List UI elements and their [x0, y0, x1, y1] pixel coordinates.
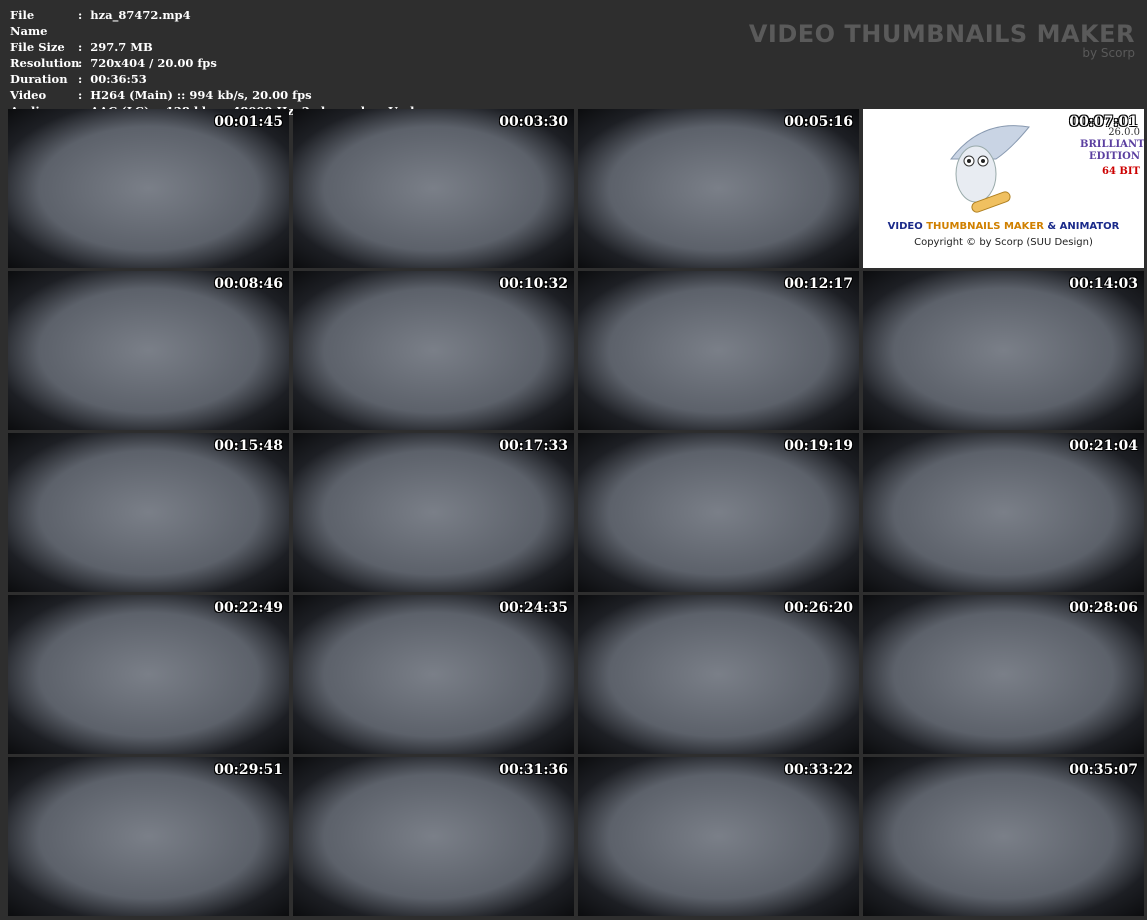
logo-name: VIDEO THUMBNAILS MAKER & ANIMATOR: [863, 221, 1144, 232]
video-thumbnail[interactable]: 00:29:51: [8, 757, 289, 916]
thumbnail-timestamp: 00:05:16: [784, 114, 853, 130]
video-thumbnail[interactable]: 00:33:22: [578, 757, 859, 916]
info-sep: :: [74, 72, 91, 86]
info-sep: :: [74, 56, 91, 70]
video-thumbnail[interactable]: 00:10:32: [293, 271, 574, 430]
thumbnail-grid: 00:01:45 00:03:30 00:05:16 00:07:01 26.0.0…: [8, 109, 1144, 916]
info-label: Video: [10, 88, 47, 102]
video-thumbnail[interactable]: 00:08:46: [8, 271, 289, 430]
thumbnail-timestamp: 00:22:49: [214, 600, 283, 616]
logo-bits: 64 BIT: [1102, 166, 1140, 177]
thumbnail-timestamp: 00:08:46: [214, 276, 283, 292]
thumbnail-timestamp: 00:21:04: [1069, 438, 1138, 454]
logo-thumbnail[interactable]: 00:07:01 26.0.0 BRILLIANT EDITION 64 BIT…: [863, 109, 1144, 268]
info-label: Resolution: [10, 56, 80, 70]
video-thumbnail[interactable]: 00:12:17: [578, 271, 859, 430]
info-value: 720x404 / 20.00 fps: [90, 56, 217, 70]
info-row: File Name : hza_87472.mp4: [10, 7, 414, 39]
video-thumbnail[interactable]: 00:14:03: [863, 271, 1144, 430]
video-thumbnail[interactable]: 00:05:16: [578, 109, 859, 268]
info-sep: :: [74, 40, 91, 54]
owl-logo-icon: [949, 125, 1030, 213]
video-thumbnail[interactable]: 00:22:49: [8, 595, 289, 754]
thumbnail-timestamp: 00:12:17: [784, 276, 853, 292]
logo-copyright: Copyright © by Scorp (SUU Design): [914, 237, 1093, 248]
brand-subtitle: by Scorp: [1082, 46, 1135, 60]
thumbnail-timestamp: 00:03:30: [499, 114, 568, 130]
thumbnail-timestamp: 00:14:03: [1069, 276, 1138, 292]
thumbnail-timestamp: 00:33:22: [784, 762, 853, 778]
thumbnail-timestamp: 00:01:45: [214, 114, 283, 130]
info-sep: :: [74, 88, 91, 102]
video-thumbnail[interactable]: 00:24:35: [293, 595, 574, 754]
info-label: Duration: [10, 72, 68, 86]
video-thumbnail[interactable]: 00:15:48: [8, 433, 289, 592]
thumbnail-timestamp: 00:10:32: [499, 276, 568, 292]
info-value: H264 (Main) :: 994 kb/s, 20.00 fps: [90, 88, 312, 102]
thumbnail-timestamp: 00:26:20: [784, 600, 853, 616]
info-row: File Size : 297.7 MB: [10, 39, 414, 55]
logo-name-part: & ANIMATOR: [1043, 221, 1120, 232]
info-row: Duration : 00:36:53: [10, 71, 414, 87]
info-row: Resolution : 720x404 / 20.00 fps: [10, 55, 414, 71]
logo-name-part: THUMBNAILS MAKER: [926, 221, 1044, 232]
info-label: File Name: [10, 8, 48, 38]
thumbnail-timestamp: 00:31:36: [499, 762, 568, 778]
video-thumbnail[interactable]: 00:28:06: [863, 595, 1144, 754]
logo-name-part: VIDEO: [887, 221, 927, 232]
brand-watermark: VIDEO THUMBNAILS MAKER by Scorp: [749, 20, 1135, 60]
video-thumbnail[interactable]: 00:01:45: [8, 109, 289, 268]
info-sep: :: [74, 8, 91, 22]
logo-edition: BRILLIANT EDITION: [1080, 139, 1144, 162]
video-thumbnail[interactable]: 00:26:20: [578, 595, 859, 754]
thumbnail-timestamp: 00:19:19: [784, 438, 853, 454]
thumbnail-timestamp: 00:24:35: [499, 600, 568, 616]
video-thumbnail[interactable]: 00:31:36: [293, 757, 574, 916]
info-row: Video : H264 (Main) :: 994 kb/s, 20.00 f…: [10, 87, 414, 103]
video-thumbnail[interactable]: 00:03:30: [293, 109, 574, 268]
thumbnail-timestamp: 00:28:06: [1069, 600, 1138, 616]
thumbnail-timestamp: 00:17:33: [499, 438, 568, 454]
video-thumbnail[interactable]: 00:19:19: [578, 433, 859, 592]
info-value: hza_87472.mp4: [90, 8, 191, 22]
video-thumbnail[interactable]: 00:17:33: [293, 433, 574, 592]
brand-title: VIDEO THUMBNAILS MAKER: [748, 20, 1135, 48]
thumbnail-timestamp: 00:15:48: [214, 438, 283, 454]
info-value: 00:36:53: [90, 72, 147, 86]
video-thumbnail[interactable]: 00:35:07: [863, 757, 1144, 916]
info-label: File Size: [10, 40, 65, 54]
thumbnail-timestamp: 00:35:07: [1069, 762, 1138, 778]
video-thumbnail[interactable]: 00:21:04: [863, 433, 1144, 592]
info-value: 297.7 MB: [90, 40, 153, 54]
logo-version: 26.0.0: [1108, 127, 1140, 138]
file-info: File Name : hza_87472.mp4 File Size : 297…: [10, 7, 414, 119]
thumbnail-timestamp: 00:29:51: [214, 762, 283, 778]
